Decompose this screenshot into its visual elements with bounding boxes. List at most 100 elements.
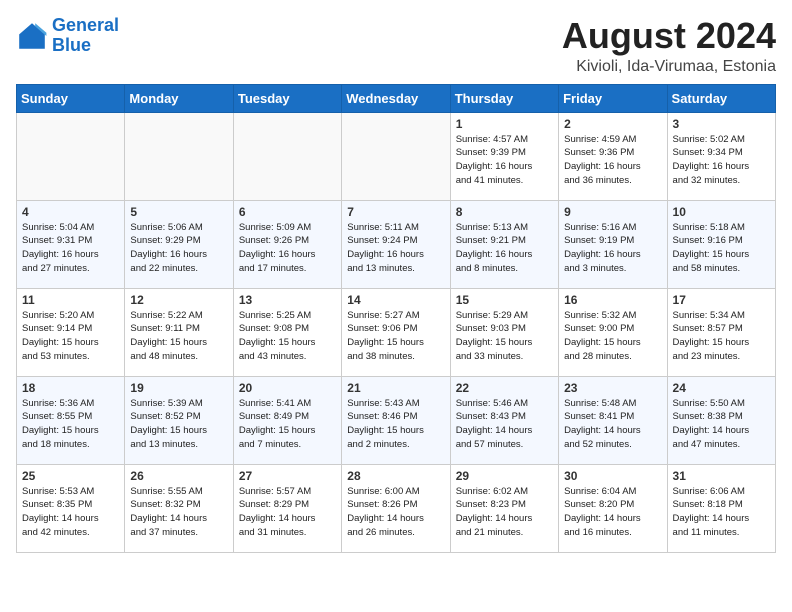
day-info: Sunrise: 5:13 AM Sunset: 9:21 PM Dayligh…: [456, 221, 553, 276]
calendar-cell: 17 Sunrise: 5:34 AM Sunset: 8:57 PM Dayli…: [667, 288, 775, 376]
calendar-cell: 8 Sunrise: 5:13 AM Sunset: 9:21 PM Daylig…: [450, 200, 558, 288]
weekday-header-friday: Friday: [559, 84, 667, 112]
calendar-cell: 16Sunrise: 5:32 AM Sunset: 9:00 PM Dayli…: [559, 288, 667, 376]
calendar-week-row: 25 Sunrise: 5:53 AM Sunset: 8:35 PM Dayli…: [17, 464, 776, 552]
calendar-cell: [233, 112, 341, 200]
weekday-header-monday: Monday: [125, 84, 233, 112]
day-info: Sunrise: 5:20 AM Sunset: 9:14 PM Dayligh…: [22, 309, 119, 364]
day-info: Sunrise: 5:09 AM Sunset: 9:26 PM Dayligh…: [239, 221, 336, 276]
day-number: 22: [456, 381, 553, 395]
day-info: Sunrise: 4:59 AM Sunset: 9:36 PM Dayligh…: [564, 133, 661, 188]
day-info: Sunrise: 6:00 AM Sunset: 8:26 PM Dayligh…: [347, 485, 444, 540]
calendar-week-row: 4 Sunrise: 5:04 AM Sunset: 9:31 PM Daylig…: [17, 200, 776, 288]
day-number: 12: [130, 293, 227, 307]
calendar-cell: 11 Sunrise: 5:20 AM Sunset: 9:14 PM Dayli…: [17, 288, 125, 376]
day-number: 2: [564, 117, 661, 131]
day-number: 14: [347, 293, 444, 307]
calendar-cell: 9Sunrise: 5:16 AM Sunset: 9:19 PM Daylig…: [559, 200, 667, 288]
calendar-cell: 27Sunrise: 5:57 AM Sunset: 8:29 PM Dayli…: [233, 464, 341, 552]
day-info: Sunrise: 5:46 AM Sunset: 8:43 PM Dayligh…: [456, 397, 553, 452]
day-number: 13: [239, 293, 336, 307]
day-number: 30: [564, 469, 661, 483]
calendar-week-row: 18Sunrise: 5:36 AM Sunset: 8:55 PM Dayli…: [17, 376, 776, 464]
calendar-cell: 4 Sunrise: 5:04 AM Sunset: 9:31 PM Daylig…: [17, 200, 125, 288]
day-number: 26: [130, 469, 227, 483]
day-number: 5: [130, 205, 227, 219]
day-info: Sunrise: 6:04 AM Sunset: 8:20 PM Dayligh…: [564, 485, 661, 540]
day-info: Sunrise: 5:18 AM Sunset: 9:16 PM Dayligh…: [673, 221, 770, 276]
calendar-cell: 29Sunrise: 6:02 AM Sunset: 8:23 PM Dayli…: [450, 464, 558, 552]
page-header: General Blue August 2024 Kivioli, Ida-Vi…: [16, 16, 776, 76]
day-info: Sunrise: 5:16 AM Sunset: 9:19 PM Dayligh…: [564, 221, 661, 276]
calendar-cell: 22 Sunrise: 5:46 AM Sunset: 8:43 PM Dayli…: [450, 376, 558, 464]
calendar-table: SundayMondayTuesdayWednesdayThursdayFrid…: [16, 84, 776, 553]
calendar-cell: 7 Sunrise: 5:11 AM Sunset: 9:24 PM Daylig…: [342, 200, 450, 288]
calendar-cell: 14 Sunrise: 5:27 AM Sunset: 9:06 PM Dayli…: [342, 288, 450, 376]
logo-icon: [16, 20, 48, 52]
calendar-cell: 2 Sunrise: 4:59 AM Sunset: 9:36 PM Daylig…: [559, 112, 667, 200]
month-year: August 2024: [562, 16, 776, 56]
weekday-header-row: SundayMondayTuesdayWednesdayThursdayFrid…: [17, 84, 776, 112]
day-info: Sunrise: 5:48 AM Sunset: 8:41 PM Dayligh…: [564, 397, 661, 452]
day-info: Sunrise: 4:57 AM Sunset: 9:39 PM Dayligh…: [456, 133, 553, 188]
weekday-header-sunday: Sunday: [17, 84, 125, 112]
day-info: Sunrise: 5:04 AM Sunset: 9:31 PM Dayligh…: [22, 221, 119, 276]
logo-line2: Blue: [52, 35, 91, 55]
day-number: 28: [347, 469, 444, 483]
day-info: Sunrise: 5:34 AM Sunset: 8:57 PM Dayligh…: [673, 309, 770, 364]
day-number: 18: [22, 381, 119, 395]
logo: General Blue: [16, 16, 119, 56]
day-number: 8: [456, 205, 553, 219]
calendar-cell: [342, 112, 450, 200]
day-info: Sunrise: 5:02 AM Sunset: 9:34 PM Dayligh…: [673, 133, 770, 188]
weekday-header-saturday: Saturday: [667, 84, 775, 112]
day-number: 15: [456, 293, 553, 307]
calendar-cell: [125, 112, 233, 200]
location: Kivioli, Ida-Virumaa, Estonia: [562, 58, 776, 76]
day-info: Sunrise: 5:50 AM Sunset: 8:38 PM Dayligh…: [673, 397, 770, 452]
day-number: 20: [239, 381, 336, 395]
calendar-cell: 20 Sunrise: 5:41 AM Sunset: 8:49 PM Dayli…: [233, 376, 341, 464]
day-number: 17: [673, 293, 770, 307]
day-info: Sunrise: 5:11 AM Sunset: 9:24 PM Dayligh…: [347, 221, 444, 276]
day-number: 25: [22, 469, 119, 483]
day-info: Sunrise: 6:06 AM Sunset: 8:18 PM Dayligh…: [673, 485, 770, 540]
day-number: 16: [564, 293, 661, 307]
weekday-header-thursday: Thursday: [450, 84, 558, 112]
calendar-cell: 1Sunrise: 4:57 AM Sunset: 9:39 PM Daylig…: [450, 112, 558, 200]
day-info: Sunrise: 5:41 AM Sunset: 8:49 PM Dayligh…: [239, 397, 336, 452]
day-info: Sunrise: 5:06 AM Sunset: 9:29 PM Dayligh…: [130, 221, 227, 276]
title-block: August 2024 Kivioli, Ida-Virumaa, Estoni…: [562, 16, 776, 76]
calendar-cell: 21Sunrise: 5:43 AM Sunset: 8:46 PM Dayli…: [342, 376, 450, 464]
calendar-cell: 6 Sunrise: 5:09 AM Sunset: 9:26 PM Daylig…: [233, 200, 341, 288]
day-number: 19: [130, 381, 227, 395]
day-number: 6: [239, 205, 336, 219]
day-number: 3: [673, 117, 770, 131]
calendar-cell: 12 Sunrise: 5:22 AM Sunset: 9:11 PM Dayli…: [125, 288, 233, 376]
weekday-header-tuesday: Tuesday: [233, 84, 341, 112]
day-number: 24: [673, 381, 770, 395]
calendar-cell: 13Sunrise: 5:25 AM Sunset: 9:08 PM Dayli…: [233, 288, 341, 376]
day-info: Sunrise: 5:29 AM Sunset: 9:03 PM Dayligh…: [456, 309, 553, 364]
day-number: 27: [239, 469, 336, 483]
day-number: 10: [673, 205, 770, 219]
weekday-header-wednesday: Wednesday: [342, 84, 450, 112]
day-number: 23: [564, 381, 661, 395]
day-number: 4: [22, 205, 119, 219]
day-info: Sunrise: 5:53 AM Sunset: 8:35 PM Dayligh…: [22, 485, 119, 540]
calendar-cell: 25 Sunrise: 5:53 AM Sunset: 8:35 PM Dayli…: [17, 464, 125, 552]
calendar-week-row: 11 Sunrise: 5:20 AM Sunset: 9:14 PM Dayli…: [17, 288, 776, 376]
calendar-cell: 26 Sunrise: 5:55 AM Sunset: 8:32 PM Dayli…: [125, 464, 233, 552]
calendar-cell: 31 Sunrise: 6:06 AM Sunset: 8:18 PM Dayli…: [667, 464, 775, 552]
day-info: Sunrise: 5:27 AM Sunset: 9:06 PM Dayligh…: [347, 309, 444, 364]
day-number: 11: [22, 293, 119, 307]
day-info: Sunrise: 5:39 AM Sunset: 8:52 PM Dayligh…: [130, 397, 227, 452]
calendar-cell: 18Sunrise: 5:36 AM Sunset: 8:55 PM Dayli…: [17, 376, 125, 464]
day-number: 7: [347, 205, 444, 219]
day-number: 31: [673, 469, 770, 483]
day-info: Sunrise: 5:55 AM Sunset: 8:32 PM Dayligh…: [130, 485, 227, 540]
calendar-cell: 23 Sunrise: 5:48 AM Sunset: 8:41 PM Dayli…: [559, 376, 667, 464]
calendar-week-row: 1Sunrise: 4:57 AM Sunset: 9:39 PM Daylig…: [17, 112, 776, 200]
calendar-cell: 24 Sunrise: 5:50 AM Sunset: 8:38 PM Dayli…: [667, 376, 775, 464]
day-info: Sunrise: 5:22 AM Sunset: 9:11 PM Dayligh…: [130, 309, 227, 364]
